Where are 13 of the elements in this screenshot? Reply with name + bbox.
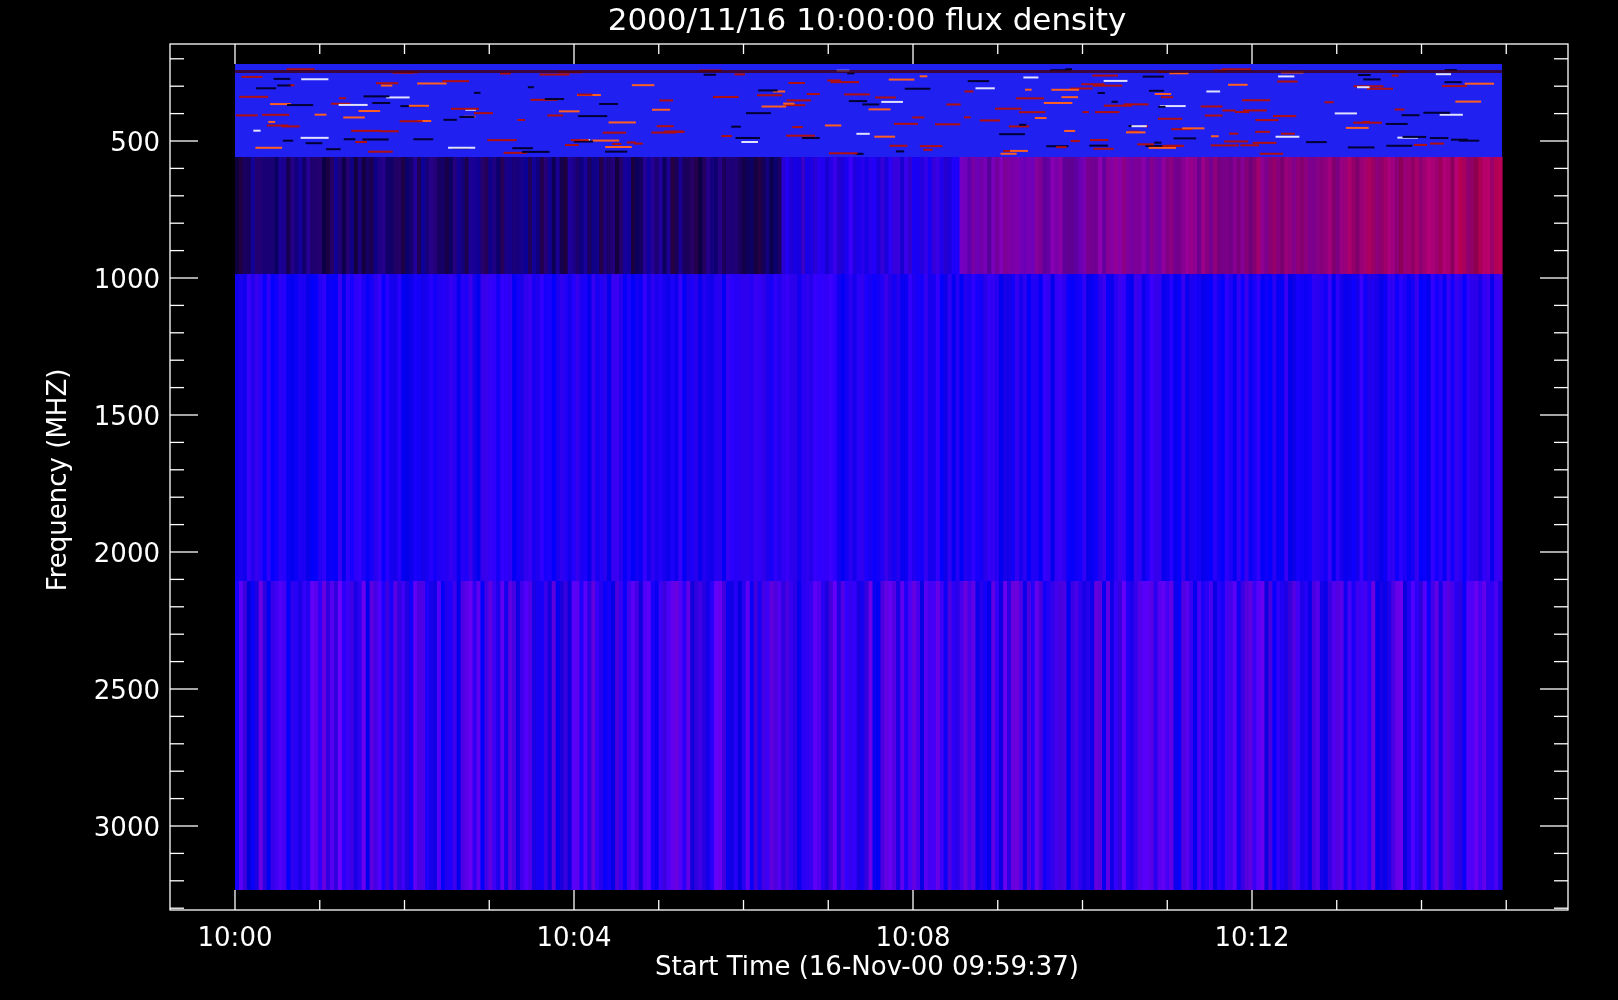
- y-tick-label: 3000: [93, 812, 160, 842]
- y-tick-label: 500: [110, 127, 160, 157]
- x-tick-label: 10:04: [536, 922, 612, 952]
- y-tick-label: 2000: [93, 538, 160, 568]
- x-tick-label: 10:12: [1214, 922, 1290, 952]
- y-axis-label: Frequency (MHZ): [42, 368, 72, 592]
- x-tick-label: 10:08: [875, 922, 951, 952]
- x-axis-label: Start Time (16-Nov-00 09:59:37): [655, 951, 1079, 981]
- y-tick-label: 2500: [93, 675, 160, 705]
- plot-title: 2000/11/16 10:00:00 flux density: [607, 1, 1127, 37]
- y-tick-label: 1000: [93, 264, 160, 294]
- x-tick-label: 10:00: [197, 922, 273, 952]
- y-tick-label: 1500: [93, 401, 160, 431]
